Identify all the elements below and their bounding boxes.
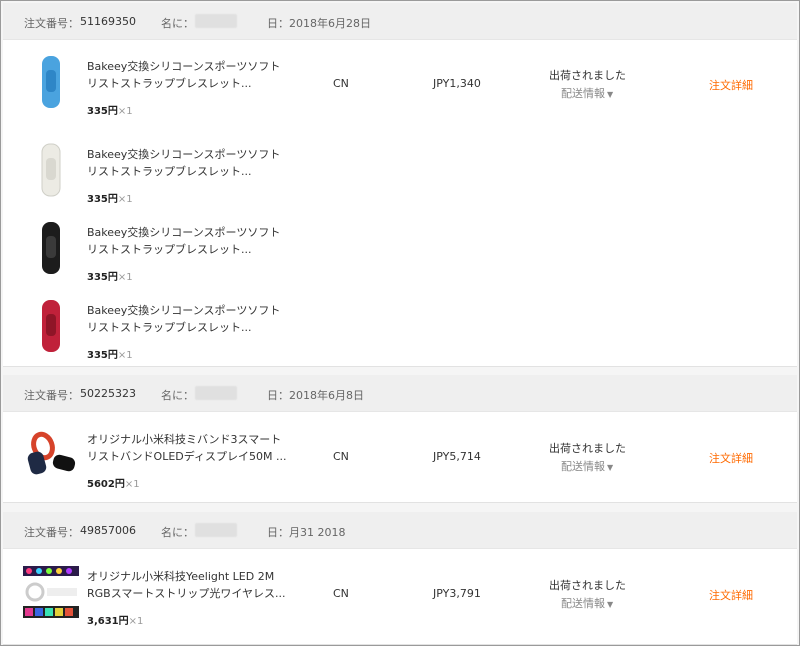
shipping-info-dropdown[interactable]: 配送情報 ▼ (561, 458, 613, 474)
smart-band-icon (27, 431, 76, 475)
product-title[interactable]: Bakeey交換シリコーンスポーツソフト リストストラップブレスレット... (87, 146, 287, 180)
wristband-icon (42, 300, 60, 352)
wristband-icon (41, 143, 61, 197)
product-image[interactable] (23, 564, 79, 620)
order-total: JPY5,714 (433, 450, 481, 463)
product-image[interactable] (23, 220, 79, 276)
order-total: JPY1,340 (433, 77, 481, 90)
list-item: Bakeey交換シリコーンスポーツソフト リストストラップブレスレット... 3… (3, 289, 797, 367)
ship-from: CN (333, 77, 349, 90)
product-title[interactable]: オリジナル小米科技ミバンド3スマート リストバンドOLEDディスプレイ50M .… (87, 431, 287, 465)
status-badge: 出荷されました (549, 579, 626, 592)
item-price: 335円×1 (87, 106, 133, 117)
wristband-icon (42, 222, 60, 274)
item-price: 3,631円×1 (87, 616, 144, 627)
list-item: Bakeey交換シリコーンスポーツソフト リストストラップブレスレット... 3… (3, 133, 797, 211)
list-item: Bakeey交換シリコーンスポーツソフト リストストラップブレスレット... 3… (3, 45, 797, 123)
order-detail-link[interactable]: 注文詳細 (709, 77, 753, 93)
order-date: 日：月31 2018 (267, 526, 346, 539)
order-header: 注文番号： 49857006 名に： 日：月31 2018 (3, 512, 797, 549)
order-detail-link[interactable]: 注文詳細 (709, 587, 753, 603)
order-card: 注文番号： 50225323 名に： 日：2018年6月8日 オリジナル小米科技… (3, 375, 797, 503)
list-item: Bakeey交換シリコーンスポーツソフト リストストラップブレスレット... 3… (3, 211, 797, 289)
orders-panel: 注文番号： 51169350 名に： 日：2018年6月28日 Bakeey交換… (0, 0, 800, 646)
product-image[interactable] (23, 427, 79, 483)
ship-from: CN (333, 587, 349, 600)
order-header: 注文番号： 50225323 名に： 日：2018年6月8日 (3, 375, 797, 412)
order-number: 50225323 (80, 387, 136, 400)
product-title[interactable]: Bakeey交換シリコーンスポーツソフト リストストラップブレスレット... (87, 302, 287, 336)
redacted-name (195, 386, 237, 400)
status-badge: 出荷されました (549, 69, 626, 82)
caret-down-icon: ▼ (607, 90, 614, 99)
product-image[interactable] (23, 54, 79, 110)
name-label: 名に： (161, 526, 194, 539)
name-label: 名に： (161, 17, 194, 30)
order-number-label: 注文番号： (24, 17, 79, 30)
ship-from: CN (333, 450, 349, 463)
order-header: 注文番号： 51169350 名に： 日：2018年6月28日 (3, 3, 797, 40)
order-number: 49857006 (80, 524, 136, 537)
order-card: 注文番号： 51169350 名に： 日：2018年6月28日 Bakeey交換… (3, 3, 797, 367)
product-title[interactable]: Bakeey交換シリコーンスポーツソフト リストストラップブレスレット... (87, 224, 287, 258)
list-item: オリジナル小米科技Yeelight LED 2M RGBスマートストリップ光ワイ… (3, 555, 797, 633)
order-card: 注文番号： 49857006 名に： 日：月31 2018 オリジナル小米科技Y… (3, 512, 797, 645)
name-label: 名に： (161, 389, 194, 402)
product-image[interactable] (23, 298, 79, 354)
product-title[interactable]: オリジナル小米科技Yeelight LED 2M RGBスマートストリップ光ワイ… (87, 568, 287, 602)
item-price: 5602円×1 (87, 479, 140, 490)
item-price: 335円×1 (87, 350, 133, 361)
redacted-name (195, 14, 237, 28)
order-number-label: 注文番号： (24, 389, 79, 402)
led-strip-icon (23, 566, 79, 618)
redacted-name (195, 523, 237, 537)
order-number: 51169350 (80, 15, 136, 28)
order-body: オリジナル小米科技ミバンド3スマート リストバンドOLEDディスプレイ50M .… (3, 412, 797, 503)
product-title[interactable]: Bakeey交換シリコーンスポーツソフト リストストラップブレスレット... (87, 58, 287, 92)
shipping-info-dropdown[interactable]: 配送情報 ▼ (561, 85, 613, 101)
item-price: 335円×1 (87, 194, 133, 205)
product-image[interactable] (23, 142, 79, 198)
caret-down-icon: ▼ (607, 600, 614, 609)
order-body: Bakeey交換シリコーンスポーツソフト リストストラップブレスレット... 3… (3, 40, 797, 367)
order-body: オリジナル小米科技Yeelight LED 2M RGBスマートストリップ光ワイ… (3, 549, 797, 645)
wristband-icon (42, 56, 60, 108)
caret-down-icon: ▼ (607, 463, 614, 472)
order-detail-link[interactable]: 注文詳細 (709, 450, 753, 466)
order-number-label: 注文番号： (24, 526, 79, 539)
order-date: 日：2018年6月8日 (267, 389, 364, 402)
status-badge: 出荷されました (549, 442, 626, 455)
list-item: オリジナル小米科技ミバンド3スマート リストバンドOLEDディスプレイ50M .… (3, 418, 797, 496)
shipping-info-dropdown[interactable]: 配送情報 ▼ (561, 595, 613, 611)
order-date: 日：2018年6月28日 (267, 17, 371, 30)
item-price: 335円×1 (87, 272, 133, 283)
order-total: JPY3,791 (433, 587, 481, 600)
